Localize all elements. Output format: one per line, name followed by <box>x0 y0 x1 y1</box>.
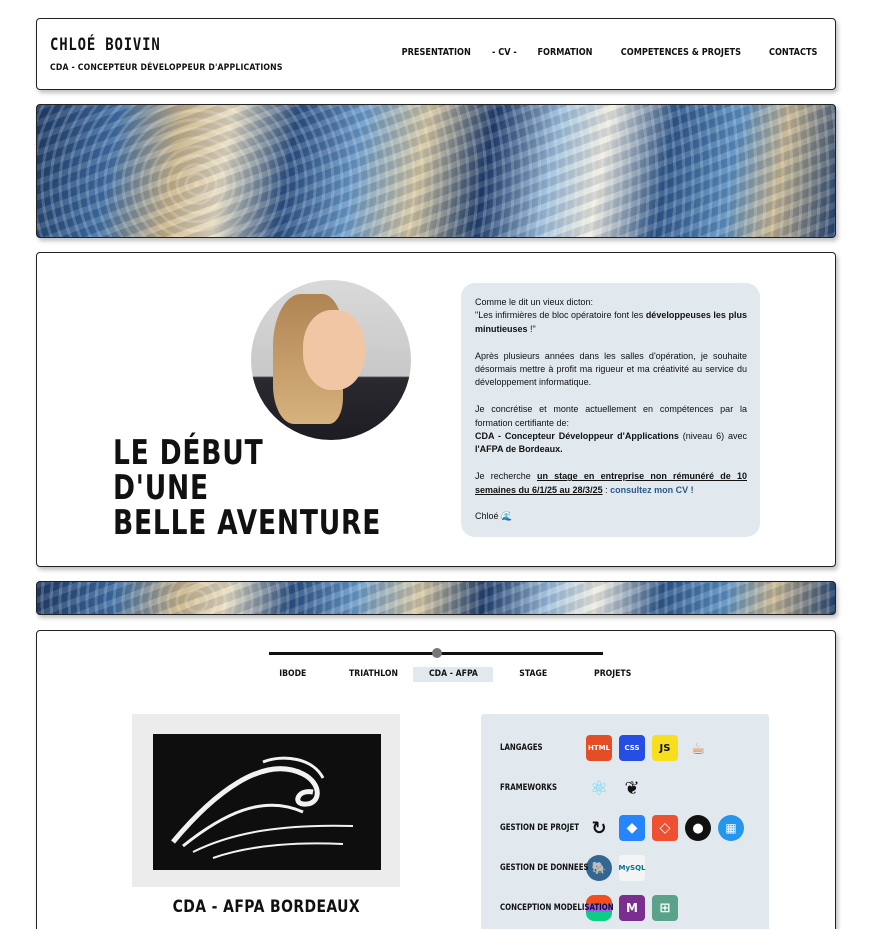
tab-ibode[interactable]: IBODE <box>253 667 333 682</box>
icon-text: JS <box>659 742 671 754</box>
timeline-section: IBODE TRIATHLON CDA - AFPA STAGE PROJETS… <box>36 630 836 929</box>
tab-label: CDA - AFPA <box>428 669 478 679</box>
skill-label: GESTION DE PROJET <box>500 823 586 833</box>
cv-link[interactable]: consultez mon CV ! <box>610 485 694 495</box>
skill-icons: ↻ ◆ ◇ ● ▦ <box>586 815 744 841</box>
skill-row-conception: CONCEPTION MODELISATION M ⊞ <box>500 895 678 921</box>
scrum-icon: ↻ <box>591 817 607 839</box>
intro-emphasis: CDA - Concepteur Développeur d'Applicati… <box>475 431 679 442</box>
wave-banner-strip <box>36 581 836 615</box>
skill-label: CONCEPTION MODELISATION <box>500 903 614 913</box>
skill-label-text: GESTION DE PROJET <box>500 823 580 833</box>
skill-icons: ⚛ ❦ <box>586 775 645 801</box>
tab-label: TRIATHLON <box>348 669 398 679</box>
nav-presentation[interactable]: PRESENTATION <box>401 47 470 58</box>
hero-section: LE DÉBUT D'UNE BELLE AVENTURE Comme le d… <box>36 252 836 567</box>
intro-text: Je recherche <box>475 471 537 482</box>
main-nav: PRESENTATION - CV - FORMATION COMPETENCE… <box>396 47 821 58</box>
site-owner-name[interactable]: CHLOÉ BOIVIN <box>50 35 161 55</box>
postgresql-icon: 🐘 <box>586 855 612 881</box>
skill-icons: HTML CSS JS ☕ <box>586 735 711 761</box>
skill-label-text: LANGAGES <box>500 743 543 753</box>
hero-title-line: BELLE AVENTURE <box>113 503 382 543</box>
artwork-caption: CDA - AFPA BORDEAUX <box>132 897 400 917</box>
skills-panel: LANGAGES HTML CSS JS ☕ FRAMEWORKS ⚛ ❦ GE… <box>481 714 769 929</box>
intro-text: Je concrétise et monte actuellement en c… <box>475 404 747 428</box>
intro-emphasis: l'AFPA de Bordeaux. <box>475 444 563 455</box>
git-icon: ◇ <box>652 815 678 841</box>
jira-icon: ◆ <box>619 815 645 841</box>
tab-label: STAGE <box>519 669 547 679</box>
intro-career: Après plusieurs années dans les salles d… <box>475 350 747 388</box>
wave-artwork <box>132 714 400 887</box>
skill-label: FRAMEWORKS <box>500 783 586 793</box>
nav-formation[interactable]: FORMATION <box>537 47 592 58</box>
skill-row-frameworks: FRAMEWORKS ⚛ ❦ <box>500 775 645 801</box>
tab-cda-afpa[interactable]: CDA - AFPA <box>413 667 493 682</box>
nav-competences-projets[interactable]: COMPETENCES & PROJETS <box>621 47 741 58</box>
wave-banner-image <box>36 104 836 238</box>
icon-text: HTML <box>587 744 611 752</box>
timeline-handle[interactable] <box>432 648 442 658</box>
skill-label: GESTION DE DONNEES <box>500 863 589 873</box>
github-icon: ● <box>685 815 711 841</box>
hero-title-line: LE DÉBUT <box>113 433 264 473</box>
wave-drawing <box>171 756 354 859</box>
nav-contacts[interactable]: CONTACTS <box>769 47 817 58</box>
mysql-icon: MySQL <box>618 855 646 881</box>
intro-search: Je recherche un stage en entreprise non … <box>475 470 747 497</box>
icon-text: CSS <box>624 744 640 752</box>
intro-text: "Les infirmières de bloc opératoire font… <box>475 310 646 321</box>
skill-icons: 🐘 MySQL <box>586 855 646 881</box>
intro-text: !" <box>527 323 536 334</box>
react-icon: ⚛ <box>590 776 608 800</box>
docker-icon: ▦ <box>718 815 744 841</box>
tab-label: IBODE <box>279 669 307 679</box>
intro-quote: Comme le dit un vieux dicton: "Les infir… <box>475 296 747 336</box>
skill-row-gestion-projet: GESTION DE PROJET ↻ ◆ ◇ ● ▦ <box>500 815 744 841</box>
tab-projets[interactable]: PROJETS <box>573 667 653 682</box>
profile-photo <box>251 280 411 440</box>
skill-row-langages: LANGAGES HTML CSS JS ☕ <box>500 735 711 761</box>
caption-text: CDA - AFPA BORDEAUX <box>172 897 360 917</box>
intro-text: (niveau 6) avec <box>678 431 747 442</box>
hero-title-line: D'UNE <box>113 468 209 508</box>
timeline-tabs: IBODE TRIATHLON CDA - AFPA STAGE PROJETS <box>253 667 653 682</box>
java-icon: ☕ <box>690 738 706 758</box>
intro-training: Je concrétise et monte actuellement en c… <box>475 403 747 457</box>
intro-text: : <box>602 484 611 495</box>
skill-label: LANGAGES <box>500 743 586 753</box>
site-subtitle: CDA - CONCEPTEUR DÉVELOPPEUR D'APPLICATI… <box>50 63 283 73</box>
tab-triathlon[interactable]: TRIATHLON <box>333 667 413 682</box>
uml-icon: M <box>619 895 645 921</box>
wave-print <box>153 734 381 870</box>
merise-icon: ⊞ <box>652 895 678 921</box>
site-header: CHLOÉ BOIVIN CDA - CONCEPTEUR DÉVELOPPEU… <box>36 18 836 90</box>
tab-label: PROJETS <box>594 669 632 679</box>
javascript-icon: JS <box>652 735 678 761</box>
skill-row-gestion-donnees: GESTION DE DONNEES 🐘 MySQL <box>500 855 646 881</box>
html5-icon: HTML <box>586 735 612 761</box>
skill-label-text: GESTION DE DONNEES <box>500 863 589 873</box>
skill-label-text: CONCEPTION MODELISATION <box>500 903 614 913</box>
nav-cv[interactable]: - CV - <box>492 47 517 58</box>
intro-signature: Chloé 🌊 <box>475 511 513 522</box>
intro-text: Comme le dit un vieux dicton: <box>475 297 594 307</box>
intro-panel: Comme le dit un vieux dicton: "Les infir… <box>461 283 760 537</box>
icon-text: MySQL <box>618 864 646 872</box>
hero-title: LE DÉBUT D'UNE BELLE AVENTURE <box>113 436 381 541</box>
skill-label-text: FRAMEWORKS <box>500 783 558 793</box>
tab-stage[interactable]: STAGE <box>493 667 573 682</box>
portrait-face <box>303 310 365 390</box>
css3-icon: CSS <box>619 735 645 761</box>
spring-icon: ❦ <box>624 777 640 799</box>
